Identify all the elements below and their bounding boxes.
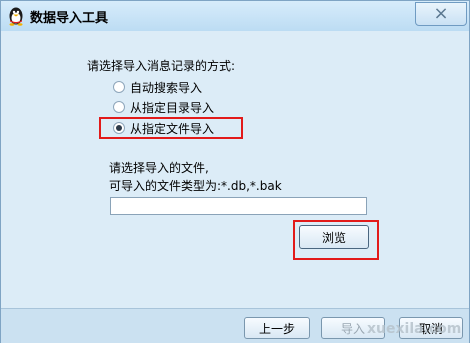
- radio-label: 自动搜索导入: [130, 80, 203, 95]
- title-bar: 数据导入工具 ×: [1, 1, 469, 31]
- file-hint-line1: 请选择导入的文件,: [109, 161, 209, 175]
- previous-step-button[interactable]: 上一步: [244, 317, 310, 339]
- radio-auto-search[interactable]: 自动搜索导入: [113, 78, 202, 96]
- browse-button[interactable]: 浏览: [299, 225, 369, 249]
- qq-penguin-icon: [9, 7, 23, 26]
- radio-circle[interactable]: [113, 81, 125, 93]
- window-title: 数据导入工具: [30, 11, 109, 26]
- import-method-prompt: 请选择导入消息记录的方式:: [87, 59, 236, 73]
- file-path-input[interactable]: [110, 197, 367, 215]
- close-icon: ×: [433, 3, 449, 24]
- radio-circle[interactable]: [113, 101, 125, 113]
- radio-label: 从指定目录导入: [130, 100, 215, 115]
- highlight-box-radio: [99, 117, 243, 139]
- close-button[interactable]: ×: [415, 2, 467, 26]
- radio-from-directory[interactable]: 从指定目录导入: [113, 98, 214, 116]
- watermark: xuexila.com: [367, 321, 462, 337]
- import-tool-window: 数据导入工具 × 请选择导入消息记录的方式: 自动搜索导入 从指定目录导入 从指…: [0, 0, 470, 343]
- file-hint-line2: 可导入的文件类型为:*.db,*.bak: [109, 179, 282, 193]
